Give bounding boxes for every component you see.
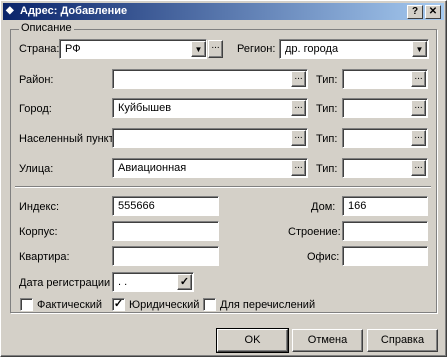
office-label: Офис: bbox=[307, 251, 340, 263]
office-field[interactable] bbox=[342, 246, 428, 266]
region-combobox[interactable]: др. города bbox=[279, 39, 429, 59]
legal-checkbox[interactable]: ✓ bbox=[112, 298, 125, 311]
index-field[interactable]: 555666 bbox=[112, 196, 219, 216]
city-type-label: Тип: bbox=[316, 103, 338, 115]
actual-checkbox[interactable] bbox=[20, 298, 33, 311]
building-field[interactable] bbox=[342, 221, 428, 241]
locality-type-browse-button[interactable]: ... bbox=[411, 130, 426, 146]
region-label: Регион: bbox=[237, 43, 276, 55]
city-browse-button[interactable]: ... bbox=[291, 100, 306, 116]
separator-line bbox=[15, 186, 431, 188]
locality-field[interactable] bbox=[112, 128, 308, 148]
title-bar[interactable]: ◆ Адрес: Добавление ? ✕ bbox=[3, 3, 444, 20]
help-button[interactable]: Справка bbox=[367, 329, 438, 352]
district-browse-button[interactable]: ... bbox=[291, 71, 306, 87]
reg-date-value: . . bbox=[118, 276, 128, 288]
house-field[interactable]: 166 bbox=[342, 196, 428, 216]
street-value: Авиационная bbox=[118, 162, 187, 174]
transfers-checkbox-label: Для перечислений bbox=[220, 299, 316, 311]
cancel-button[interactable]: Отмена bbox=[292, 329, 363, 352]
region-dropdown-button[interactable]: ▼ bbox=[412, 41, 427, 57]
district-type-browse-button[interactable]: ... bbox=[411, 71, 426, 87]
district-field[interactable] bbox=[112, 69, 308, 89]
country-value: РФ bbox=[65, 43, 81, 55]
district-label: Район: bbox=[19, 74, 54, 86]
country-label: Страна: bbox=[19, 43, 60, 55]
window-icon: ◆ bbox=[6, 5, 14, 16]
city-field[interactable]: Куйбышев bbox=[112, 98, 308, 118]
locality-type-label: Тип: bbox=[316, 133, 338, 145]
street-type-browse-button[interactable]: ... bbox=[411, 160, 426, 176]
actual-checkbox-label: Фактический bbox=[37, 299, 103, 311]
city-value: Куйбышев bbox=[118, 102, 172, 114]
street-browse-button[interactable]: ... bbox=[291, 160, 306, 176]
district-type-label: Тип: bbox=[316, 74, 338, 86]
reg-date-dropdown-button[interactable]: ✓ bbox=[177, 274, 192, 290]
apartment-label: Квартира: bbox=[19, 251, 70, 263]
close-title-button[interactable]: ✕ bbox=[425, 5, 441, 19]
legal-checkbox-label: Юридический bbox=[129, 299, 200, 311]
korpus-field[interactable] bbox=[112, 221, 219, 241]
index-label: Индекс: bbox=[19, 201, 60, 213]
country-browse-button[interactable]: ... bbox=[208, 40, 223, 58]
transfers-checkbox[interactable] bbox=[203, 298, 216, 311]
locality-label: Населенный пункт: bbox=[19, 133, 117, 145]
address-dialog: ◆ Адрес: Добавление ? ✕ Описание Страна:… bbox=[0, 0, 447, 357]
building-label: Строение: bbox=[288, 226, 341, 238]
country-combobox[interactable]: РФ bbox=[59, 39, 207, 59]
apartment-field[interactable] bbox=[112, 246, 219, 266]
house-label: Дом: bbox=[311, 201, 336, 213]
locality-browse-button[interactable]: ... bbox=[291, 130, 306, 146]
korpus-label: Корпус: bbox=[19, 226, 58, 238]
city-type-browse-button[interactable]: ... bbox=[411, 100, 426, 116]
ok-button[interactable]: OK bbox=[216, 328, 289, 353]
house-value: 166 bbox=[348, 200, 367, 212]
street-type-label: Тип: bbox=[316, 163, 338, 175]
city-label: Город: bbox=[19, 103, 52, 115]
help-title-button[interactable]: ? bbox=[407, 5, 423, 19]
description-group-legend: Описание bbox=[19, 22, 74, 34]
region-value: др. города bbox=[285, 43, 339, 55]
window-title: Адрес: Добавление bbox=[20, 5, 128, 17]
country-dropdown-button[interactable]: ▼ bbox=[191, 41, 206, 57]
street-field[interactable]: Авиационная bbox=[112, 158, 308, 178]
reg-date-label: Дата регистрации bbox=[19, 277, 111, 289]
street-label: Улица: bbox=[19, 163, 54, 175]
index-value: 555666 bbox=[118, 200, 155, 212]
